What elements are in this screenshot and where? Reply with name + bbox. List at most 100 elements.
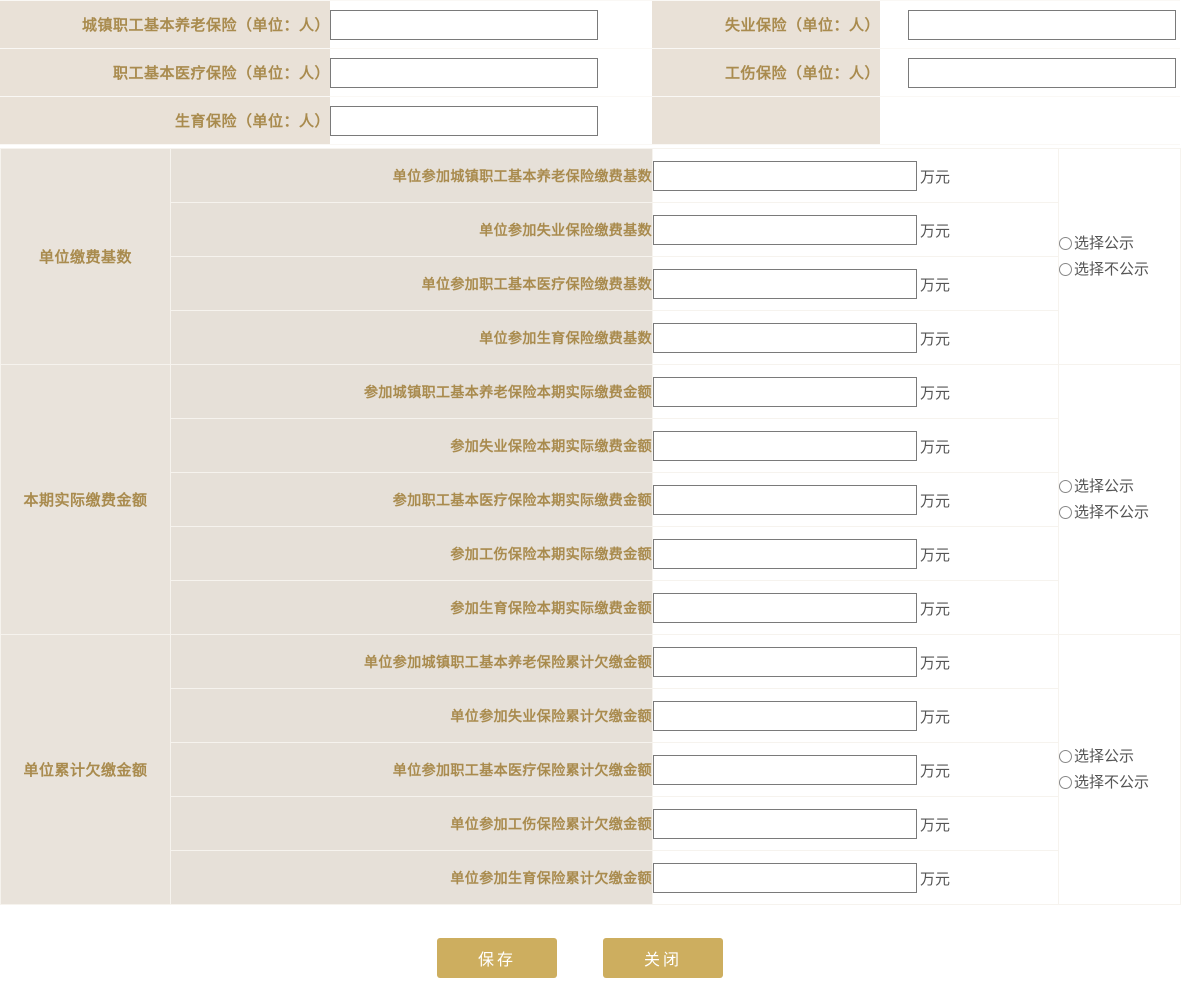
item-label: 参加工伤保险本期实际缴费金额 [170, 526, 653, 581]
unit-label: 万元 [920, 816, 951, 834]
amount-input[interactable] [653, 754, 917, 785]
headcount-input-cell-left [330, 48, 652, 97]
unit-label: 万元 [920, 276, 951, 294]
unit-label: 万元 [920, 546, 951, 564]
headcount-input-right[interactable] [908, 9, 1176, 40]
contribution-row: 单位参加失业保险累计欠缴金额 万元 [1, 688, 1181, 743]
close-button[interactable]: 关闭 [603, 938, 723, 978]
amount-input-cell: 万元 [652, 364, 1059, 419]
contribution-row: 单位参加职工基本医疗保险累计欠缴金额 万元 [1, 742, 1181, 797]
empty-cell [652, 96, 880, 145]
publicity-hide-radio-label: 选择不公示 [1074, 503, 1150, 521]
unit-label: 万元 [920, 438, 951, 456]
amount-input[interactable] [653, 484, 917, 515]
amount-input-cell: 万元 [652, 580, 1059, 635]
radio-circle-icon[interactable] [1059, 776, 1072, 789]
publicity-show-radio[interactable]: 选择公示 [1059, 474, 1180, 500]
save-button[interactable]: 保存 [437, 938, 557, 978]
item-label: 单位参加职工基本医疗保险累计欠缴金额 [170, 742, 653, 797]
publicity-show-radio[interactable]: 选择公示 [1059, 744, 1180, 770]
amount-input[interactable] [653, 214, 917, 245]
radio-circle-icon[interactable] [1059, 237, 1072, 250]
contribution-row: 单位参加工伤保险累计欠缴金额 万元 [1, 796, 1181, 851]
headcount-section: 城镇职工基本养老保险（单位：人） 失业保险（单位：人） 职工基本医疗保险（单位：人）… [0, 0, 1180, 145]
amount-input[interactable] [653, 808, 917, 839]
item-label: 单位参加生育保险缴费基数 [170, 310, 653, 365]
headcount-input-left[interactable] [330, 9, 598, 40]
unit-label: 万元 [920, 870, 951, 888]
headcount-input-right[interactable] [908, 57, 1176, 88]
amount-input-cell: 万元 [652, 742, 1059, 797]
contribution-detail-section: 单位缴费基数 单位参加城镇职工基本养老保险缴费基数 万元 选择公示 选择不公示 单位参加失… [0, 148, 1181, 905]
publicity-hide-radio[interactable]: 选择不公示 [1059, 257, 1180, 283]
amount-input[interactable] [653, 700, 917, 731]
group-label: 本期实际缴费金额 [0, 364, 171, 635]
item-label: 单位参加失业保险累计欠缴金额 [170, 688, 653, 743]
publicity-show-radio-label: 选择公示 [1074, 477, 1135, 495]
amount-input[interactable] [653, 322, 917, 353]
publicity-choice-cell: 选择公示 选择不公示 [1058, 634, 1181, 905]
headcount-label-left: 职工基本医疗保险（单位：人） [0, 48, 330, 97]
headcount-input-left[interactable] [330, 105, 598, 136]
headcount-label-right: 失业保险（单位：人） [652, 0, 880, 49]
contribution-row: 单位参加生育保险缴费基数 万元 [1, 310, 1181, 365]
headcount-label-left: 城镇职工基本养老保险（单位：人） [0, 0, 330, 49]
unit-label: 万元 [920, 222, 951, 240]
headcount-input-cell-right [880, 48, 1180, 97]
contribution-row: 参加生育保险本期实际缴费金额 万元 [1, 580, 1181, 635]
group-label: 单位缴费基数 [0, 148, 171, 365]
amount-input[interactable] [653, 592, 917, 623]
radio-circle-icon[interactable] [1059, 506, 1072, 519]
contribution-row: 参加职工基本医疗保险本期实际缴费金额 万元 [1, 472, 1181, 527]
amount-input[interactable] [653, 862, 917, 893]
headcount-input-cell-left [330, 0, 652, 49]
publicity-hide-radio-label: 选择不公示 [1074, 260, 1150, 278]
headcount-input-cell-left [330, 96, 652, 145]
radio-circle-icon[interactable] [1059, 480, 1072, 493]
headcount-input-left[interactable] [330, 57, 598, 88]
amount-input-cell: 万元 [652, 850, 1059, 905]
item-label: 参加失业保险本期实际缴费金额 [170, 418, 653, 473]
unit-label: 万元 [920, 654, 951, 672]
headcount-row: 生育保险（单位：人） [0, 96, 1180, 145]
item-label: 单位参加失业保险缴费基数 [170, 202, 653, 257]
radio-circle-icon[interactable] [1059, 750, 1072, 763]
publicity-hide-radio[interactable]: 选择不公示 [1059, 770, 1180, 796]
empty-cell [880, 96, 1180, 145]
contribution-row: 单位缴费基数 单位参加城镇职工基本养老保险缴费基数 万元 选择公示 选择不公示 [0, 148, 1181, 365]
headcount-input-cell-right [880, 0, 1180, 49]
publicity-show-radio[interactable]: 选择公示 [1059, 231, 1180, 257]
headcount-row: 城镇职工基本养老保险（单位：人） 失业保险（单位：人） [0, 0, 1180, 49]
publicity-hide-radio[interactable]: 选择不公示 [1059, 500, 1180, 526]
amount-input[interactable] [653, 160, 917, 191]
amount-input[interactable] [653, 268, 917, 299]
radio-circle-icon[interactable] [1059, 263, 1072, 276]
amount-input-cell: 万元 [652, 310, 1059, 365]
headcount-label-right: 工伤保险（单位：人） [652, 48, 880, 97]
social-insurance-declaration-form: 城镇职工基本养老保险（单位：人） 失业保险（单位：人） 职工基本医疗保险（单位：人）… [0, 0, 1197, 997]
item-label: 单位参加城镇职工基本养老保险累计欠缴金额 [170, 634, 653, 689]
contribution-row: 参加失业保险本期实际缴费金额 万元 [1, 418, 1181, 473]
amount-input-cell: 万元 [652, 256, 1059, 311]
amount-input-cell: 万元 [652, 202, 1059, 257]
unit-label: 万元 [920, 708, 951, 726]
headcount-label-left: 生育保险（单位：人） [0, 96, 330, 145]
item-label: 单位参加工伤保险累计欠缴金额 [170, 796, 653, 851]
headcount-row: 职工基本医疗保险（单位：人） 工伤保险（单位：人） [0, 48, 1180, 97]
publicity-show-radio-label: 选择公示 [1074, 234, 1135, 252]
amount-input[interactable] [653, 376, 917, 407]
amount-input[interactable] [653, 538, 917, 569]
contribution-row: 单位参加失业保险缴费基数 万元 [1, 202, 1181, 257]
unit-label: 万元 [920, 168, 951, 186]
item-label: 单位参加职工基本医疗保险缴费基数 [170, 256, 653, 311]
publicity-choice-cell: 选择公示 选择不公示 [1058, 148, 1181, 365]
item-label: 参加城镇职工基本养老保险本期实际缴费金额 [170, 364, 653, 419]
amount-input-cell: 万元 [652, 148, 1059, 203]
unit-label: 万元 [920, 600, 951, 618]
amount-input[interactable] [653, 430, 917, 461]
contribution-row: 单位累计欠缴金额 单位参加城镇职工基本养老保险累计欠缴金额 万元 选择公示 选择不公示 [0, 634, 1181, 905]
amount-input[interactable] [653, 646, 917, 677]
unit-label: 万元 [920, 762, 951, 780]
amount-input-cell: 万元 [652, 796, 1059, 851]
group-label: 单位累计欠缴金额 [0, 634, 171, 905]
